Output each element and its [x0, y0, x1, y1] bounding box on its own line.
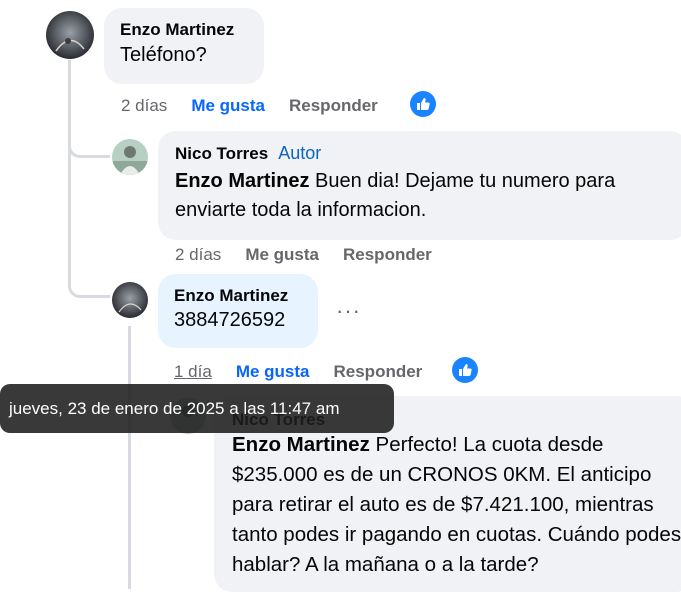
like-reaction-icon[interactable]: [410, 91, 436, 117]
reply-button[interactable]: Responder: [289, 96, 378, 115]
comment-timestamp[interactable]: 2 días: [121, 96, 167, 115]
like-button[interactable]: Me gusta: [245, 245, 319, 264]
author-badge: Autor: [278, 143, 322, 163]
thread-curve-reply-1: [68, 120, 110, 158]
avatar-enzo-martinez[interactable]: [112, 282, 148, 318]
like-reaction-icon[interactable]: [452, 357, 478, 383]
comment-text: Enzo Martinez Buen dia! Dejame tu numero…: [175, 167, 675, 225]
comment-bubble-2: Nico Torres Autor Enzo Martinez Buen dia!…: [158, 131, 681, 240]
comment-author[interactable]: Enzo Martinez: [120, 20, 248, 40]
thread-curve-reply-2: [68, 260, 110, 298]
comment-timestamp[interactable]: 1 día: [174, 362, 212, 381]
reply-button[interactable]: Responder: [343, 245, 432, 264]
comment-bubble-1: Enzo Martinez Teléfono?: [104, 8, 264, 84]
thread-line-main: [68, 60, 71, 285]
mention-link[interactable]: Enzo Martinez: [175, 170, 309, 192]
timestamp-tooltip: jueves, 23 de enero de 2025 a las 11:47 …: [0, 384, 394, 433]
comment-actions-1: 2 días Me gusta Responder: [121, 96, 378, 116]
comment-actions-2: 2 días Me gusta Responder: [175, 245, 432, 265]
comment-bubble-3: Enzo Martinez 3884726592: [158, 274, 318, 348]
comment-text: Enzo Martinez Perfecto! La cuota desde $…: [232, 430, 681, 580]
comment-author[interactable]: Enzo Martinez: [174, 286, 302, 306]
mention-link[interactable]: Enzo Martinez: [232, 433, 370, 456]
comment-author[interactable]: Nico Torres: [175, 144, 268, 163]
comment-author-line: Nico Torres Autor: [175, 143, 671, 164]
comment-actions-3: 1 día Me gusta Responder: [174, 362, 422, 382]
avatar-enzo-martinez[interactable]: [46, 11, 94, 59]
comment-timestamp[interactable]: 2 días: [175, 245, 221, 264]
reply-button[interactable]: Responder: [334, 362, 423, 381]
comment-text: 3884726592: [174, 309, 286, 331]
like-button[interactable]: Me gusta: [191, 96, 265, 115]
like-button[interactable]: Me gusta: [236, 362, 310, 381]
thread-line-nested: [128, 326, 131, 589]
comment-text: Teléfono?: [120, 44, 207, 66]
avatar-nico-torres[interactable]: [112, 139, 148, 175]
more-options-icon[interactable]: ···: [336, 298, 361, 324]
